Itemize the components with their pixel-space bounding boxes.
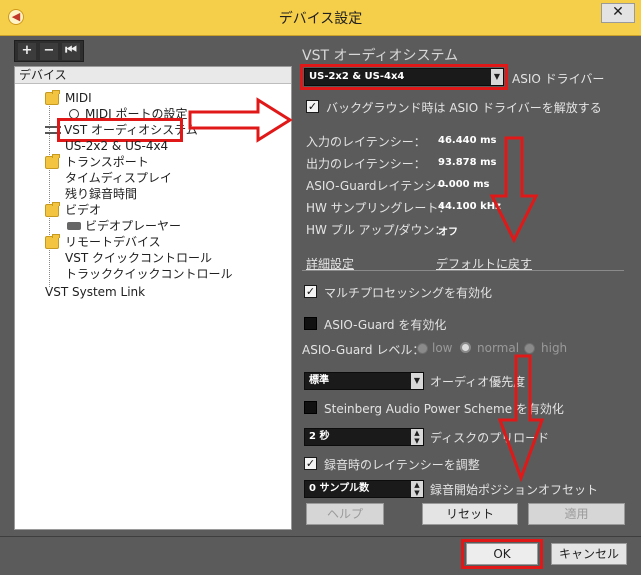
add-icon[interactable]: + — [18, 43, 36, 60]
tree-item-remote[interactable]: リモートデバイス — [65, 235, 161, 249]
steinberg-power-label: Steinberg Audio Power Scheme を有効化 — [324, 402, 564, 416]
level-normal-radio[interactable] — [460, 342, 471, 353]
latency-label: 出力のレイテンシー： — [306, 157, 426, 171]
tree-item-vst-link[interactable]: VST System Link — [45, 285, 145, 299]
video-player-icon — [67, 222, 81, 230]
disk-preload-value: 2 秒 — [309, 431, 330, 442]
adjust-latency-label: 録音時のレイテンシーを調整 — [324, 458, 480, 472]
apply-button[interactable]: 適用 — [528, 503, 625, 525]
latency-label: HW プル アップ/ダウン： — [306, 223, 447, 237]
asio-guard-checkbox[interactable] — [304, 317, 317, 330]
tree-item-us2x2[interactable]: US-2x2 & US-4x4 — [65, 139, 168, 153]
multiprocessing-checkbox[interactable]: ✓ — [304, 285, 317, 298]
steinberg-power-checkbox[interactable] — [304, 401, 317, 414]
latency-value: 93.878 ms — [438, 157, 497, 168]
tree-item-midi[interactable]: MIDI — [65, 91, 92, 105]
folder-icon — [45, 202, 60, 217]
folder-icon — [45, 90, 60, 105]
section-title: VST オーディオシステム — [302, 48, 459, 64]
latency-value: 44.100 kHz — [438, 201, 501, 212]
audio-priority-value: 標準 — [309, 375, 329, 386]
window-title: デバイス設定 — [278, 11, 363, 27]
latency-value: オフ — [438, 227, 458, 238]
asio-guard-label: ASIO-Guard を有効化 — [324, 318, 447, 332]
tree-toolbar: + − ⏮ — [14, 40, 84, 62]
cancel-button[interactable]: キャンセル — [551, 543, 627, 565]
remove-icon[interactable]: − — [40, 43, 58, 60]
highlight-box — [300, 64, 508, 90]
dialog-footer — [0, 536, 641, 575]
folder-icon — [45, 154, 60, 169]
latency-label: HW サンプリングレート： — [306, 201, 451, 215]
release-driver-label: バックグラウンド時は ASIO ドライバーを解放する — [326, 101, 602, 115]
record-offset-stepper[interactable]: 0 サンプル数 ▲ ▼ — [304, 480, 424, 498]
asio-driver-label: ASIO ドライバー — [512, 72, 605, 86]
device-tree: デバイス MIDI MIDI ポートの設定 VST オーディオシステム US-2… — [14, 66, 292, 530]
reset-icon[interactable]: ⏮ — [62, 43, 80, 60]
highlight-box — [461, 539, 543, 569]
level-high-label: high — [541, 341, 568, 355]
record-offset-value: 0 サンプル数 — [309, 483, 370, 494]
close-button[interactable]: ✕ — [601, 3, 635, 23]
tree-item-transport[interactable]: トランスポート — [65, 155, 149, 169]
level-normal-label: normal — [477, 341, 520, 355]
tree-item-video-player[interactable]: ビデオプレーヤー — [85, 219, 181, 233]
spin-arrows-icon[interactable]: ▲ ▼ — [411, 481, 423, 497]
tree-item-vst-quick[interactable]: VST クイックコントロール — [65, 251, 212, 265]
latency-label: 入力のレイテンシー： — [306, 135, 426, 149]
spin-arrows-icon[interactable]: ▲ ▼ — [411, 429, 423, 445]
audio-priority-label: オーディオ優先度 — [430, 375, 526, 389]
record-offset-label: 録音開始ポジションオフセット — [430, 483, 599, 497]
folder-icon — [45, 234, 60, 249]
tree-item-video[interactable]: ビデオ — [65, 203, 101, 217]
disk-preload-stepper[interactable]: 2 秒 ▲ ▼ — [304, 428, 424, 446]
tree-item-time-display[interactable]: タイムディスプレイ — [65, 171, 172, 185]
tree-header: デバイス — [15, 67, 291, 84]
chevron-down-icon: ▼ — [411, 373, 423, 389]
tree-item-record-time[interactable]: 残り録音時間 — [65, 187, 137, 201]
reset-button[interactable]: リセット — [422, 503, 518, 525]
adjust-latency-checkbox[interactable]: ✓ — [304, 457, 317, 470]
multiprocessing-label: マルチプロセッシングを有効化 — [324, 286, 493, 300]
latency-value: 46.440 ms — [438, 135, 497, 146]
audio-priority-select[interactable]: 標準 ▼ — [304, 372, 424, 390]
release-driver-checkbox[interactable]: ✓ — [306, 100, 319, 113]
latency-label: ASIO-Guardレイテンシー — [306, 179, 449, 193]
asio-guard-level-label: ASIO-Guard レベル： — [302, 343, 425, 357]
tree-item-track-quick[interactable]: トラッククイックコントロール — [65, 267, 233, 281]
level-low-radio[interactable] — [417, 343, 428, 354]
help-button[interactable]: ヘルプ — [306, 503, 384, 525]
latency-value: 0.000 ms — [438, 179, 490, 190]
level-high-radio[interactable] — [524, 343, 535, 354]
divider — [302, 270, 624, 271]
title-bar: ◀ デバイス設定 ✕ — [0, 0, 641, 36]
disk-preload-label: ディスクのプリロード — [430, 431, 550, 445]
level-low-label: low — [432, 341, 453, 355]
